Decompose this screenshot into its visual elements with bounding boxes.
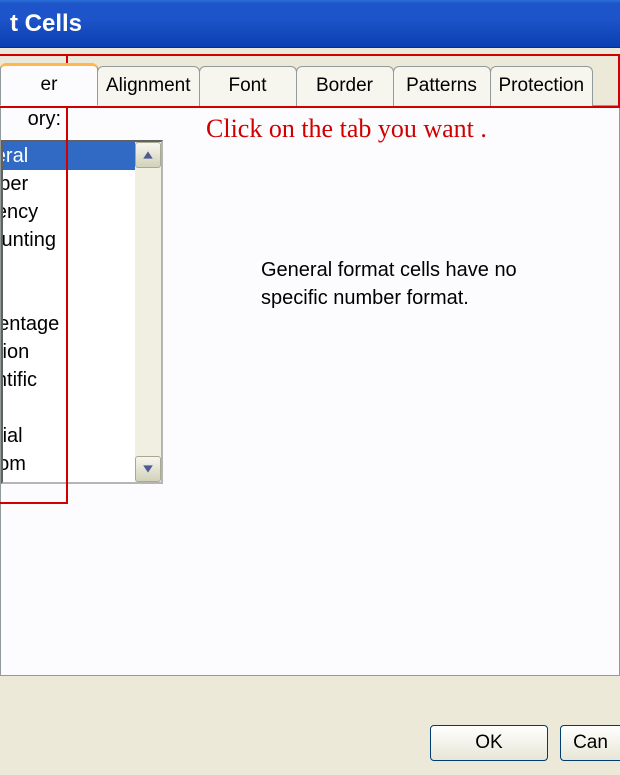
annotation-text: Click on the tab you want . bbox=[206, 114, 487, 144]
dialog-footer: OK Can bbox=[0, 711, 620, 775]
titlebar: t Cells bbox=[0, 0, 620, 48]
tab-number[interactable]: er bbox=[0, 63, 98, 106]
window-title: t Cells bbox=[10, 10, 82, 37]
format-description: General format cells have no specific nu… bbox=[261, 256, 581, 312]
tab-patterns[interactable]: Patterns bbox=[393, 66, 491, 106]
tab-protection[interactable]: Protection bbox=[490, 66, 594, 106]
listbox-scrollbar[interactable] bbox=[135, 142, 161, 482]
tab-alignment[interactable]: Alignment bbox=[97, 66, 200, 106]
category-label: ory: bbox=[1, 108, 61, 131]
number-panel: ory: General Number Currency Accounting … bbox=[0, 106, 620, 676]
scroll-down-icon[interactable] bbox=[135, 456, 161, 482]
cancel-button[interactable]: Can bbox=[560, 725, 620, 761]
scroll-up-icon[interactable] bbox=[135, 142, 161, 168]
tab-border[interactable]: Border bbox=[296, 66, 394, 106]
ok-button[interactable]: OK bbox=[430, 725, 548, 761]
tab-font[interactable]: Font bbox=[199, 66, 297, 106]
tab-strip: er Alignment Font Border Patterns Protec… bbox=[0, 64, 620, 106]
category-listbox[interactable]: General Number Currency Accounting Date … bbox=[1, 140, 163, 484]
